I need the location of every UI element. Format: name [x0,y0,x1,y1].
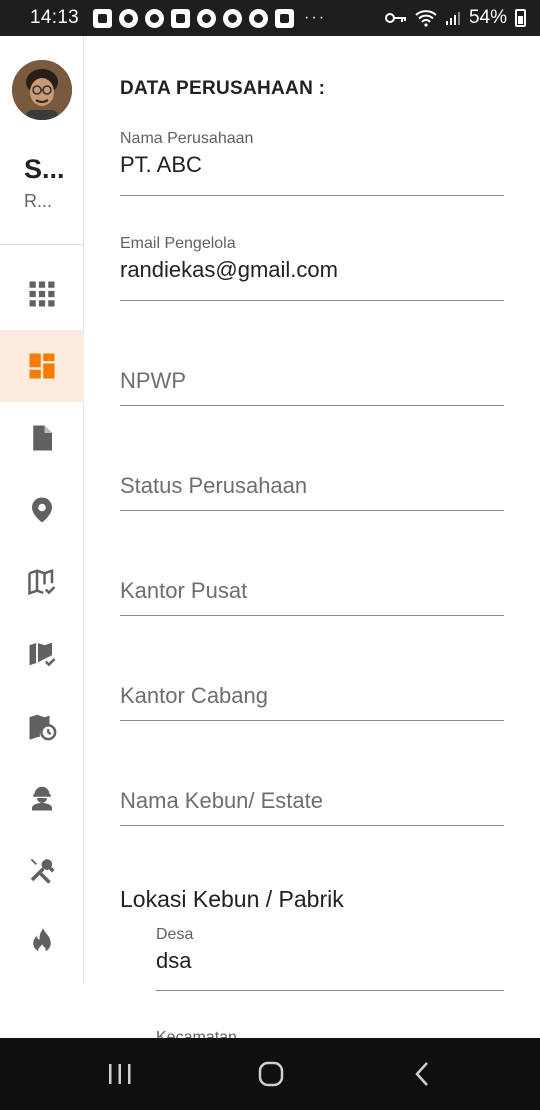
field-underline [120,195,504,196]
status-perusahaan-placeholder: Status Perusahaan [120,473,308,498]
sidebar-item-tools[interactable] [0,834,84,906]
kantor-cabang-placeholder: Kantor Cabang [120,683,268,708]
user-role: R... [24,191,53,211]
apps-grid-icon [29,281,55,307]
lokasi-heading: Lokasi Kebun / Pabrik [120,886,344,912]
nama-kebun-placeholder: Nama Kebun/ Estate [120,788,324,813]
location-pin-icon [32,497,52,523]
avatar[interactable] [12,60,72,120]
battery-percent: 54% [468,7,507,28]
map-check-outline-icon [28,569,56,595]
line-icon [93,8,113,28]
map-clock-icon [29,714,57,741]
map-check-icon [29,642,56,667]
nama-kebun-field[interactable]: Nama Kebun/ Estate [120,784,504,828]
npwp-placeholder: NPWP [120,368,186,393]
telegram-icon [119,8,139,28]
clock: 14:13 [30,7,80,28]
home-button[interactable] [231,1038,311,1110]
fire-icon [33,928,51,954]
more-notifications-icon: ··· [304,9,327,26]
desa-label: Desa [156,926,194,943]
vimeo-icon [197,8,217,28]
field-underline [120,300,504,301]
sidebar-item-document[interactable] [0,402,84,474]
worker-icon [32,786,52,811]
nama-perusahaan-field[interactable]: Nama Perusahaan PT. ABC [120,130,504,198]
status-bar: 14:13 ··· 54% [0,0,540,36]
kantor-cabang-field[interactable]: Kantor Cabang [120,679,504,723]
dashboard-icon [29,353,55,379]
sidebar: S... R... [0,36,84,984]
desa-value[interactable]: dsa [156,948,504,974]
email-pengelola-field[interactable]: Email Pengelola randiekas@gmail.com [120,235,504,303]
sidebar-item-map-check-outline[interactable] [0,546,84,618]
whatsapp-icon [145,8,165,28]
email-pengelola-value[interactable]: randiekas@gmail.com [120,257,504,283]
field-underline [120,405,504,406]
home-icon [258,1061,284,1087]
nama-perusahaan-label: Nama Perusahaan [120,130,254,147]
tools-icon [30,858,55,884]
app-icon [223,8,243,28]
field-underline [120,510,504,511]
field-underline [120,825,504,826]
back-icon [415,1062,428,1086]
user-name: S... [24,154,65,184]
back-button[interactable] [382,1038,462,1110]
key-icon [384,13,406,23]
kantor-pusat-field[interactable]: Kantor Pusat [120,574,504,618]
sidebar-item-map-clock[interactable] [0,690,84,762]
system-nav-bar [0,1038,540,1110]
sidebar-item-fire[interactable] [0,906,84,978]
nama-perusahaan-value[interactable]: PT. ABC [120,152,504,178]
field-underline [120,615,504,616]
kantor-pusat-placeholder: Kantor Pusat [120,578,248,603]
wifi-icon [415,10,437,27]
document-icon [33,425,52,451]
gallery-icon [171,8,191,28]
sidebar-item-apps[interactable] [0,258,84,330]
recents-button[interactable] [80,1038,160,1110]
sidebar-nav [0,258,84,978]
sidebar-item-location[interactable] [0,474,84,546]
recents-icon [109,1064,131,1084]
signal-icon [445,12,460,25]
desa-field[interactable]: Desa dsa [156,926,504,994]
sidebar-item-dashboard[interactable] [0,330,84,402]
section-title: DATA PERUSAHAAN : [120,78,326,99]
sidebar-item-worker[interactable] [0,762,84,834]
field-underline [156,990,504,991]
field-underline [120,720,504,721]
email-pengelola-label: Email Pengelola [120,235,236,252]
instagram-icon [275,8,295,28]
app-icon [249,8,269,28]
notification-icons [93,8,295,28]
battery-icon [515,9,526,27]
sidebar-divider [0,244,84,245]
npwp-field[interactable]: NPWP [120,364,504,408]
sidebar-item-map-check[interactable] [0,618,84,690]
status-perusahaan-field[interactable]: Status Perusahaan [120,469,504,513]
